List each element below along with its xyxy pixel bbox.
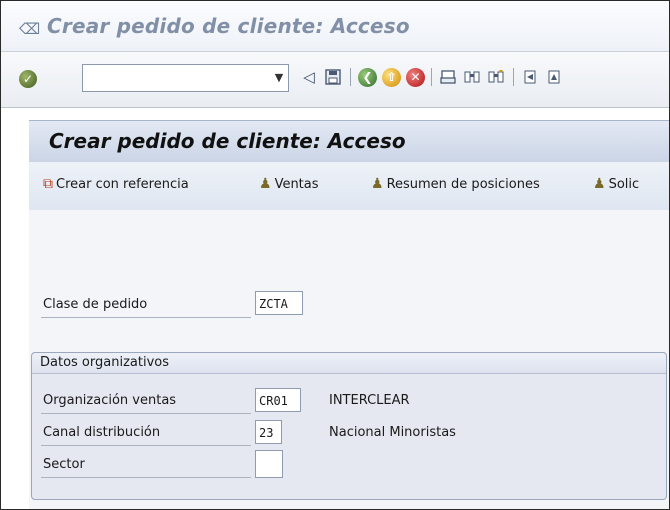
application-toolbar: ⧉ Crear con referencia ♟ Ventas ♟ Resumen d… xyxy=(29,162,669,211)
label-underline xyxy=(41,445,251,446)
label-underline xyxy=(41,477,251,478)
order-type-input[interactable]: ZCTA xyxy=(255,291,303,315)
sales-button[interactable]: ♟ Ventas xyxy=(259,176,319,192)
exit-icon[interactable]: ⇧ xyxy=(382,68,401,87)
toolbar-separator xyxy=(350,68,351,86)
group-title: Datos organizativos xyxy=(40,355,169,370)
sales-org-input[interactable]: CR01 xyxy=(255,388,301,412)
back-icon[interactable]: ◁ xyxy=(301,66,317,88)
find-icon[interactable] xyxy=(463,66,481,88)
create-with-reference-button[interactable]: ⧉ Crear con referencia xyxy=(43,176,189,192)
chevron-down-icon[interactable]: ▼ xyxy=(271,65,287,91)
label-underline xyxy=(41,317,251,318)
find-next-icon[interactable] xyxy=(487,66,505,88)
enter-icon[interactable]: ✓ xyxy=(19,70,37,88)
window-title: Crear pedido de cliente: Acceso xyxy=(47,14,410,38)
person-icon: ♟ xyxy=(371,176,384,192)
copy-document-icon: ⧉ xyxy=(43,176,53,192)
sold-to-label: Solic xyxy=(608,177,640,192)
person-icon: ♟ xyxy=(259,176,272,192)
back-nav-icon[interactable]: ❮ xyxy=(358,68,377,87)
screen-title: Crear pedido de cliente: Acceso xyxy=(49,129,406,153)
toolbar-separator xyxy=(431,68,432,86)
screen-header: Crear pedido de cliente: Acceso xyxy=(29,120,669,163)
print-icon[interactable] xyxy=(439,66,457,88)
sales-org-description: INTERCLEAR xyxy=(329,393,410,408)
sap-window: ⌫ Crear pedido de cliente: Acceso ✓ ▼ ◁ … xyxy=(0,0,670,510)
division-input[interactable] xyxy=(255,450,283,478)
person-icon: ♟ xyxy=(593,176,606,192)
group-title-bar: Datos organizativos xyxy=(32,353,666,374)
first-page-icon[interactable] xyxy=(521,66,539,88)
create-with-reference-label: Crear con referencia xyxy=(56,177,189,192)
cancel-icon[interactable]: ✕ xyxy=(406,68,425,87)
save-icon[interactable] xyxy=(324,66,342,88)
command-field[interactable]: ▼ xyxy=(82,64,289,92)
distribution-channel-input[interactable]: 23 xyxy=(255,420,282,444)
distribution-channel-description: Nacional Minoristas xyxy=(329,425,456,440)
order-type-label: Clase de pedido xyxy=(43,297,148,312)
system-toolbar: ✓ ▼ ◁ ❮ ⇧ ✕ xyxy=(1,52,669,108)
label-underline xyxy=(41,413,251,414)
sold-to-button[interactable]: ♟ Solic xyxy=(593,176,639,192)
menu-icon[interactable]: ⌫ xyxy=(19,20,40,38)
distribution-channel-label: Canal distribución xyxy=(43,425,161,440)
division-label: Sector xyxy=(43,457,85,472)
sales-org-label: Organización ventas xyxy=(43,393,177,408)
item-overview-label: Resumen de posiciones xyxy=(386,177,540,192)
previous-page-icon[interactable] xyxy=(545,66,563,88)
title-bar: ⌫ Crear pedido de cliente: Acceso xyxy=(1,1,669,52)
sales-label: Ventas xyxy=(274,177,319,192)
toolbar-separator xyxy=(513,68,514,86)
item-overview-button[interactable]: ♟ Resumen de posiciones xyxy=(371,176,540,192)
